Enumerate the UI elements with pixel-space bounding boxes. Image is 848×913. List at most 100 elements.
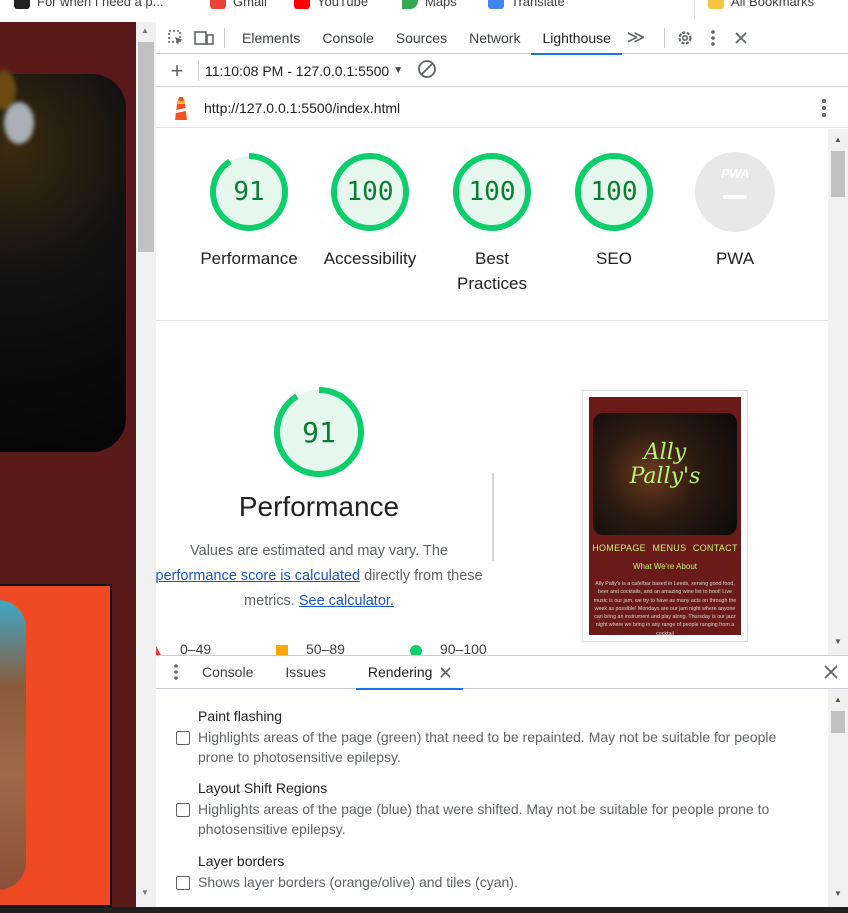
new-report-icon[interactable]: +: [162, 55, 192, 87]
performance-score-link[interactable]: performance score is calculated: [156, 568, 360, 584]
gauge-ring: 100: [452, 152, 532, 232]
more-tabs-icon[interactable]: ≫: [622, 22, 650, 54]
scrollbar-thumb[interactable]: [831, 711, 845, 733]
pwa-badge-text: PWA: [720, 166, 750, 181]
screenshot-subtitle: What We're About: [632, 562, 698, 571]
option-description: Highlights areas of the page (green) tha…: [198, 729, 777, 765]
desc-text: directly from these: [360, 568, 483, 584]
scrollbar-thumb[interactable]: [138, 42, 154, 252]
dropdown-arrow-icon: ▼: [393, 65, 404, 76]
tab-network[interactable]: Network: [458, 22, 531, 54]
close-devtools-icon[interactable]: [727, 22, 755, 54]
customize-menu-icon[interactable]: [699, 22, 727, 54]
settings-gear-icon[interactable]: [671, 22, 699, 54]
gauge-seo[interactable]: 100 SEO: [559, 152, 669, 271]
report-url-bar: http://127.0.0.1:5500/index.html: [156, 88, 848, 128]
report-selector-label: 11:10:08 PM - 127.0.0.1:5500: [205, 62, 390, 79]
page-screenshot-thumbnail[interactable]: Ally Pally's HOMEPAGE MENUS CONTACT What…: [582, 390, 748, 642]
drawer-tab-rendering[interactable]: Rendering: [355, 656, 464, 690]
option-description: Highlights areas of the page (blue) that…: [198, 801, 770, 837]
tab-label: Issues: [285, 664, 326, 680]
gauge-best-practices[interactable]: 100 Best Practices: [437, 152, 547, 296]
tab-label: Elements: [242, 29, 301, 46]
fail-triangle-icon: [156, 644, 162, 655]
tabbar-separator: [224, 27, 225, 48]
tab-label: Sources: [395, 29, 448, 46]
drawer-tab-issues[interactable]: Issues: [273, 656, 337, 689]
gauge-score: 91: [233, 177, 265, 207]
close-tab-icon[interactable]: [440, 666, 452, 678]
scroll-up-icon[interactable]: ▲: [834, 135, 842, 144]
performance-description: Values are estimated and may vary. The p…: [156, 539, 490, 614]
bookmark-translate[interactable]: Translate: [488, 0, 565, 9]
bookmark-label: YouTube: [317, 0, 369, 9]
bookmark-youtube[interactable]: YouTube: [294, 0, 368, 9]
bookmark-item[interactable]: For when I need a p...: [14, 0, 163, 9]
legend-average: 50–89: [306, 641, 345, 655]
hero-image: [0, 70, 126, 452]
tabbar-separator: [663, 27, 665, 48]
screenshot-nav-item: HOMEPAGE: [592, 543, 646, 553]
page-image: [0, 600, 26, 890]
device-toolbar-icon[interactable]: [190, 22, 218, 54]
pwa-dash: [723, 195, 747, 199]
desc-text: metrics.: [244, 593, 299, 609]
gauge-performance[interactable]: 91 Performance: [194, 152, 304, 271]
drawer-menu-icon[interactable]: [156, 664, 196, 680]
report-scrollbar[interactable]: ▲ ▼: [828, 129, 848, 655]
screenshot-nav-item: CONTACT: [692, 543, 738, 553]
gauge-ring: 100: [330, 152, 410, 232]
tab-elements[interactable]: Elements: [231, 22, 311, 54]
screenshot-paragraph: Ally Pally's is a cafe/bar based in Leed…: [593, 581, 737, 635]
taskbar: [0, 907, 848, 913]
layout-shift-regions-checkbox[interactable]: [176, 803, 190, 817]
paint-flashing-checkbox[interactable]: [176, 731, 190, 745]
inspect-element-icon[interactable]: [162, 22, 190, 54]
gauge-label: Accessibility: [323, 249, 417, 268]
tab-sources[interactable]: Sources: [385, 22, 458, 54]
layer-borders-checkbox[interactable]: [176, 876, 190, 890]
gauge-pwa[interactable]: PWA PWA: [680, 152, 790, 271]
bookmark-label: For when I need a p...: [37, 0, 164, 9]
tab-label: Console: [322, 29, 374, 46]
page-viewport: [0, 22, 136, 907]
site-title-line: Ally: [643, 440, 687, 465]
bookmark-label: Translate: [511, 0, 565, 9]
plus-glyph: +: [170, 57, 184, 83]
gauge-score: 100: [468, 177, 516, 207]
score-gauges: 91 Performance 100 Accessibility 100 Bes…: [156, 129, 828, 321]
scroll-down-icon[interactable]: ▼: [834, 889, 842, 898]
tab-label: Network: [469, 29, 521, 46]
gauge-accessibility[interactable]: 100 Accessibility: [315, 152, 425, 271]
scroll-down-icon[interactable]: ▼: [141, 888, 149, 897]
drawer-tab-console[interactable]: Console: [196, 656, 265, 689]
gauge-ring: 91: [209, 152, 289, 232]
toolbar-separator: [198, 60, 199, 81]
tab-lighthouse[interactable]: Lighthouse: [531, 22, 622, 55]
bookmark-maps[interactable]: Maps: [402, 0, 457, 9]
bookmarks-divider: [694, 0, 695, 18]
performance-section: 91 Performance Values are estimated and …: [156, 321, 828, 655]
maps-icon: [402, 0, 418, 9]
scroll-up-icon[interactable]: ▲: [834, 695, 842, 704]
folder-icon: [708, 0, 724, 9]
lighthouse-report: 91 Performance 100 Accessibility 100 Bes…: [156, 129, 828, 655]
lighthouse-logo-icon: [172, 95, 190, 121]
close-drawer-icon[interactable]: [824, 663, 838, 684]
scrollbar-thumb[interactable]: [831, 151, 845, 197]
clear-reports-icon[interactable]: [417, 59, 437, 82]
pwa-badge-icon: PWA: [695, 152, 775, 232]
scroll-up-icon[interactable]: ▲: [141, 26, 149, 35]
report-menu-icon[interactable]: [822, 98, 826, 118]
drawer-scrollbar[interactable]: ▲ ▼: [828, 689, 848, 907]
gauge-label: SEO: [596, 249, 632, 268]
bookmark-label: All Bookmarks: [731, 0, 815, 9]
bookmark-gmail[interactable]: Gmail: [210, 0, 267, 9]
scroll-down-icon[interactable]: ▼: [834, 637, 842, 646]
page-scrollbar[interactable]: ▲ ▼: [136, 22, 156, 907]
report-selector[interactable]: 11:10:08 PM - 127.0.0.1:5500 ▼: [205, 63, 403, 79]
page-image-panel: [0, 584, 112, 907]
tab-console[interactable]: Console: [311, 22, 384, 54]
bookmark-all[interactable]: All Bookmarks: [708, 0, 814, 9]
see-calculator-link[interactable]: See calculator.: [299, 593, 394, 609]
